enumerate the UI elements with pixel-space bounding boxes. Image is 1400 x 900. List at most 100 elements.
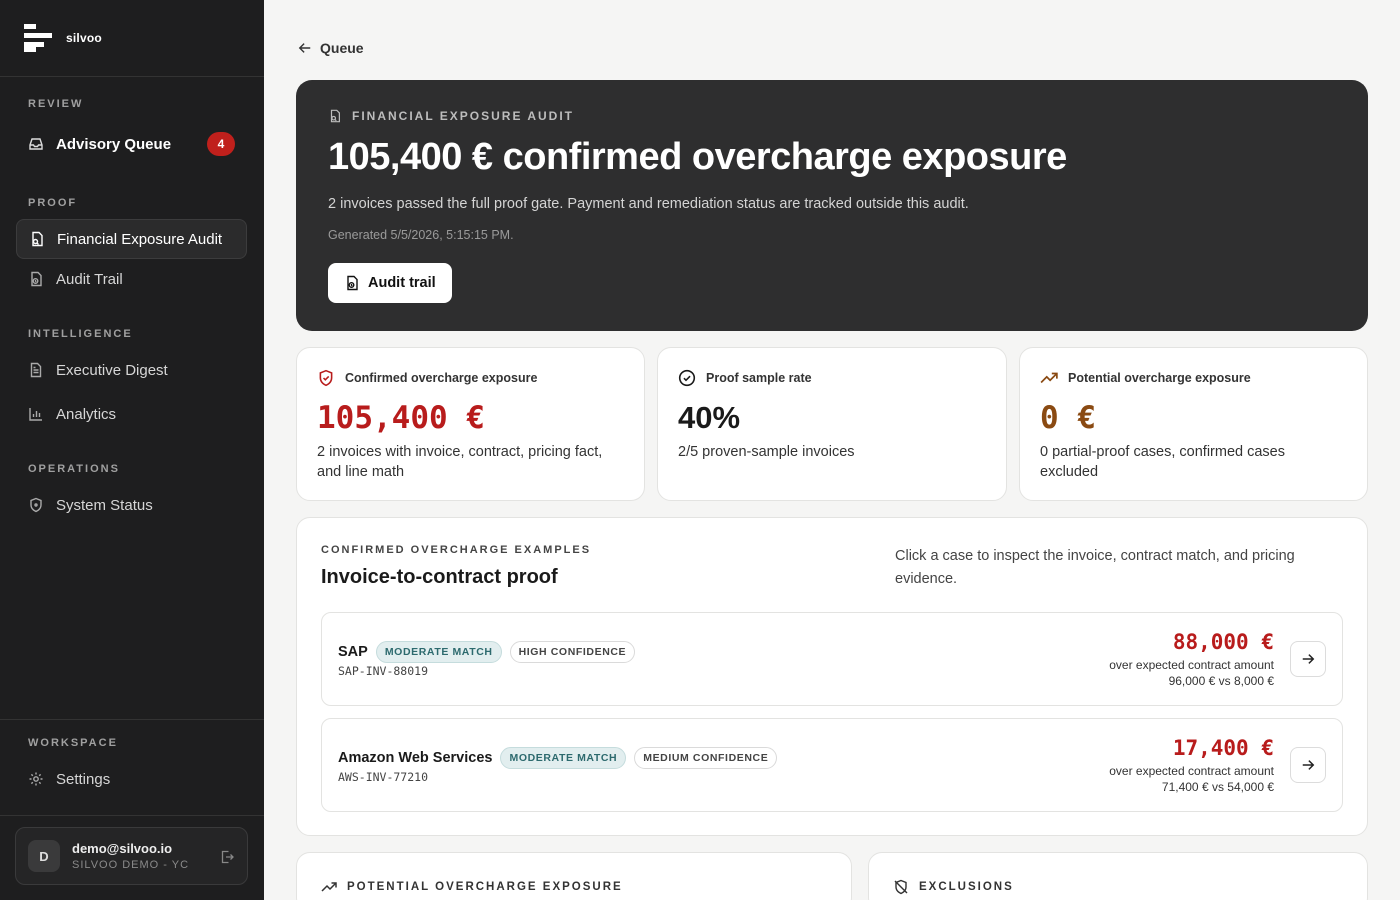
inbox-icon xyxy=(29,138,43,150)
audit-trail-icon xyxy=(31,271,42,287)
check-circle-icon xyxy=(678,369,696,387)
open-case-button[interactable] xyxy=(1290,747,1326,783)
shield-check-icon xyxy=(319,369,333,387)
panel-help-text: Click a case to inspect the invoice, con… xyxy=(895,548,1295,587)
user-email: demo@silvoo.io xyxy=(72,841,173,856)
case-vendor-line: Amazon Web Services MODERATE MATCH MEDIU… xyxy=(338,747,778,769)
user-card[interactable]: D demo@silvoo.io SILVOO DEMO - YC xyxy=(15,827,248,885)
kpi-label: Proof sample rate xyxy=(706,371,812,385)
brand[interactable]: silvoo xyxy=(0,0,264,77)
sidebar: silvoo REVIEW Advisory Queue 4 PROOF Fin… xyxy=(0,0,264,900)
sidebar-divider xyxy=(0,815,264,816)
bar-chart-icon xyxy=(29,408,42,421)
case-row-sap[interactable]: SAP MODERATE MATCH HIGH CONFIDENCE SAP-I… xyxy=(321,612,1343,706)
panel-eyebrow: CONFIRMED OVERCHARGE EXAMPLES xyxy=(321,544,592,556)
logo-icon xyxy=(24,24,52,52)
document-audit-icon xyxy=(330,109,340,123)
sidebar-item-label: Advisory Queue xyxy=(56,135,172,153)
card-title: EXCLUSIONS xyxy=(919,881,1014,893)
sidebar-item-advisory-queue[interactable]: Advisory Queue 4 xyxy=(16,124,247,164)
user-org: SILVOO DEMO - YC xyxy=(72,859,190,871)
document-audit-icon xyxy=(32,231,43,247)
kpi-subtext: 2/5 proven-sample invoices xyxy=(678,444,855,460)
brand-name: silvoo xyxy=(66,31,102,45)
shield-off-icon xyxy=(894,879,908,895)
sidebar-item-analytics[interactable]: Analytics xyxy=(16,394,247,434)
sidebar-item-label: Analytics xyxy=(56,405,117,423)
kpi-label: Confirmed overcharge exposure xyxy=(345,371,538,385)
kpi-header: Confirmed overcharge exposure xyxy=(317,369,537,387)
sidebar-item-label: System Status xyxy=(56,496,153,514)
trending-up-icon xyxy=(321,882,337,892)
potential-exposure-card: POTENTIAL OVERCHARGE EXPOSURE xyxy=(296,852,852,900)
sidebar-item-label: Audit Trail xyxy=(56,270,123,288)
back-to-queue-link[interactable]: Queue xyxy=(298,40,364,56)
kpi-value: 105,400 € xyxy=(317,400,485,436)
kpi-confirmed-exposure: Confirmed overcharge exposure 105,400 € … xyxy=(296,347,645,501)
kpi-value: 40% xyxy=(678,400,741,435)
page-title: 105,400 € confirmed overcharge exposure xyxy=(328,136,1067,178)
case-invoice-id: SAP-INV-88019 xyxy=(338,664,429,678)
case-vendor: Amazon Web Services xyxy=(338,750,493,766)
sidebar-item-executive-digest[interactable]: Executive Digest xyxy=(16,350,247,390)
hero-eyebrow-label: FINANCIAL EXPOSURE AUDIT xyxy=(352,109,575,123)
audit-trail-icon xyxy=(347,275,358,291)
confidence-badge: HIGH CONFIDENCE xyxy=(509,641,636,663)
generated-timestamp: Generated 5/5/2026, 5:15:15 PM. xyxy=(328,228,514,242)
sidebar-item-label: Executive Digest xyxy=(56,361,168,379)
sidebar-item-system-status[interactable]: System Status xyxy=(16,485,247,525)
confirmed-examples-panel: CONFIRMED OVERCHARGE EXAMPLES Invoice-to… xyxy=(296,517,1368,836)
case-vendor: SAP xyxy=(338,644,368,660)
section-workspace: WORKSPACE xyxy=(28,737,118,749)
hero-eyebrow: FINANCIAL EXPOSURE AUDIT xyxy=(328,109,574,123)
hero-summary: FINANCIAL EXPOSURE AUDIT 105,400 € confi… xyxy=(296,80,1368,331)
main-content: Queue FINANCIAL EXPOSURE AUDIT 105,400 €… xyxy=(264,0,1400,900)
card-header: EXCLUSIONS xyxy=(893,879,1014,895)
case-row-aws[interactable]: Amazon Web Services MODERATE MATCH MEDIU… xyxy=(321,718,1343,812)
case-overcharge-amount: 88,000 € xyxy=(1172,630,1274,654)
section-proof: PROOF xyxy=(28,197,78,209)
sidebar-item-label: Financial Exposure Audit xyxy=(57,230,223,248)
panel-title: Invoice-to-contract proof xyxy=(321,566,558,588)
sidebar-item-financial-exposure-audit[interactable]: Financial Exposure Audit xyxy=(16,219,247,259)
kpi-proof-sample-rate: Proof sample rate 40% 2/5 proven-sample … xyxy=(657,347,1007,501)
document-icon xyxy=(30,362,42,378)
arrow-right-icon xyxy=(1302,760,1315,770)
kpi-label: Potential overcharge exposure xyxy=(1068,371,1251,385)
sidebar-item-settings[interactable]: Settings xyxy=(16,759,247,799)
case-vendor-line: SAP MODERATE MATCH HIGH CONFIDENCE xyxy=(338,641,636,663)
kpi-header: Proof sample rate xyxy=(678,369,812,387)
arrow-left-icon xyxy=(298,43,311,53)
kpi-subtext: 0 partial-proof cases, confirmed cases e… xyxy=(1040,444,1285,480)
section-review: REVIEW xyxy=(28,98,84,110)
card-header: POTENTIAL OVERCHARGE EXPOSURE xyxy=(321,879,623,895)
hero-description: 2 invoices passed the full proof gate. P… xyxy=(328,196,969,212)
queue-count-badge: 4 xyxy=(207,132,235,156)
exclusions-card: EXCLUSIONS xyxy=(868,852,1368,900)
logout-icon[interactable] xyxy=(219,849,235,865)
card-title: POTENTIAL OVERCHARGE EXPOSURE xyxy=(347,881,623,893)
audit-trail-button[interactable]: Audit trail xyxy=(328,263,452,303)
section-operations: OPERATIONS xyxy=(28,463,120,475)
audit-trail-button-label: Audit trail xyxy=(368,275,436,291)
back-label: Queue xyxy=(320,40,364,56)
sidebar-item-label: Settings xyxy=(56,770,111,788)
open-case-button[interactable] xyxy=(1290,641,1326,677)
avatar: D xyxy=(28,840,60,872)
kpi-value: 0 € xyxy=(1040,400,1096,436)
trending-up-icon xyxy=(1040,372,1058,384)
case-note: over expected contract amount xyxy=(1109,764,1274,778)
case-comparison: 71,400 € vs 54,000 € xyxy=(1161,780,1274,794)
section-intelligence: INTELLIGENCE xyxy=(28,328,133,340)
kpi-subtext: 2 invoices with invoice, contract, prici… xyxy=(317,444,603,480)
confidence-badge: MEDIUM CONFIDENCE xyxy=(634,747,778,769)
gear-icon xyxy=(29,772,43,786)
kpi-header: Potential overcharge exposure xyxy=(1040,369,1251,387)
case-note: over expected contract amount xyxy=(1109,658,1274,672)
match-badge: MODERATE MATCH xyxy=(375,641,502,663)
arrow-right-icon xyxy=(1302,654,1315,664)
kpi-potential-exposure: Potential overcharge exposure 0 € 0 part… xyxy=(1019,347,1368,501)
case-overcharge-amount: 17,400 € xyxy=(1172,736,1274,760)
match-badge: MODERATE MATCH xyxy=(500,747,627,769)
sidebar-item-audit-trail[interactable]: Audit Trail xyxy=(16,259,247,299)
